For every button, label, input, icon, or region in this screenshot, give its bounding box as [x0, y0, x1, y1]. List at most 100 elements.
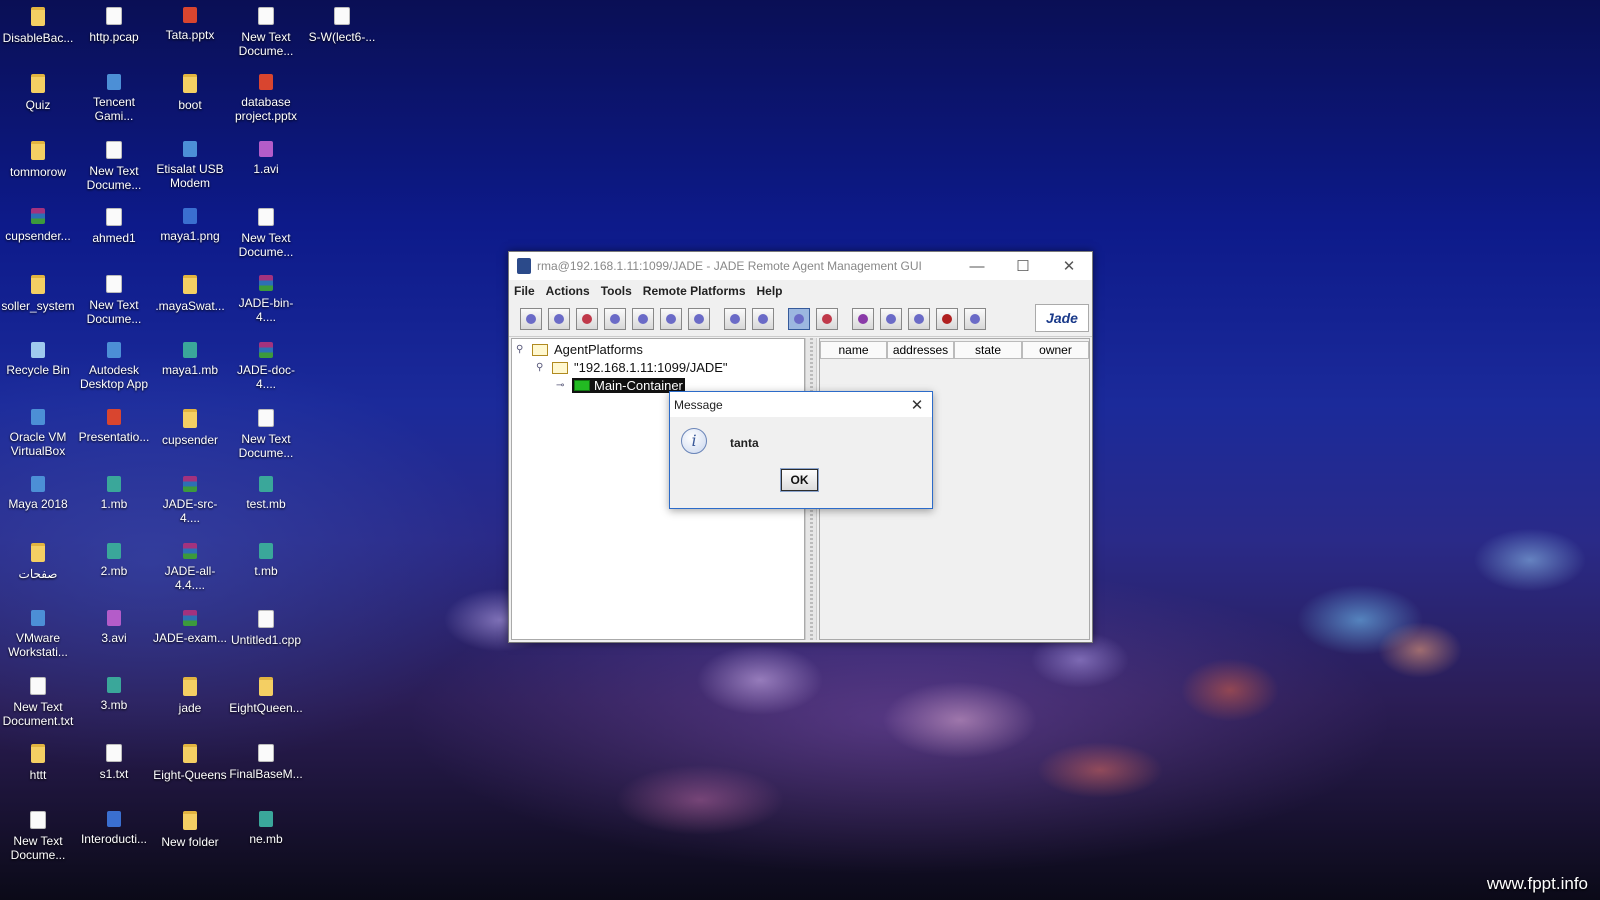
- tree-node-main-container[interactable]: ⊸ Main-Container: [556, 378, 685, 393]
- desktop-icon[interactable]: maya1.mb: [153, 336, 227, 377]
- start-new-agent-button[interactable]: [520, 308, 542, 330]
- desktop-icon[interactable]: S-W(lect6-...: [305, 1, 379, 44]
- desktop-icon[interactable]: soller_system: [1, 269, 75, 313]
- desktop-icon[interactable]: ahmed1: [77, 202, 151, 245]
- desktop-icon[interactable]: New Text Document.txt: [1, 671, 75, 728]
- desktop-icon[interactable]: Recycle Bin: [1, 336, 75, 377]
- desktop-icon[interactable]: JADE-doc-4....: [229, 336, 303, 391]
- kill-agent-button[interactable]: [548, 308, 570, 330]
- desktop-icon[interactable]: 2.mb: [77, 537, 151, 578]
- desktop-icon[interactable]: cupsender: [153, 403, 227, 447]
- minimize-button[interactable]: —: [954, 252, 1000, 280]
- desktop-icon[interactable]: boot: [153, 68, 227, 112]
- column-header-addresses[interactable]: addresses: [887, 341, 954, 359]
- tree-expander-icon[interactable]: ⚲: [536, 362, 546, 373]
- powerpoint-icon: [183, 7, 197, 23]
- desktop-icon[interactable]: New Text Docume...: [77, 135, 151, 192]
- desktop-icon[interactable]: 1.avi: [229, 135, 303, 176]
- tree-expander-icon[interactable]: ⊸: [556, 380, 566, 391]
- desktop-icon[interactable]: database project.pptx: [229, 68, 303, 123]
- desktop-icon[interactable]: JADE-src-4....: [153, 470, 227, 525]
- desktop-icon[interactable]: cupsender...: [1, 202, 75, 243]
- desktop-icon[interactable]: ne.mb: [229, 805, 303, 846]
- show-agents-button[interactable]: [788, 308, 810, 330]
- ok-button[interactable]: OK: [780, 468, 819, 492]
- desktop-icon[interactable]: jade: [153, 671, 227, 715]
- desktop-icon[interactable]: Etisalat USB Modem: [153, 135, 227, 190]
- desktop-icon[interactable]: t.mb: [229, 537, 303, 578]
- change-owner-button[interactable]: [632, 308, 654, 330]
- desktop-icon[interactable]: s1.txt: [77, 738, 151, 781]
- suspend-agent-button[interactable]: [576, 308, 598, 330]
- desktop-icon[interactable]: FinalBaseM...: [229, 738, 303, 781]
- desktop-icon[interactable]: maya1.png: [153, 202, 227, 243]
- menu-file[interactable]: File: [514, 284, 535, 298]
- text-file-icon: [30, 811, 46, 829]
- resume-agent-button[interactable]: [604, 308, 626, 330]
- desktop-icon[interactable]: JADE-all-4.4....: [153, 537, 227, 592]
- sniffer-agent-button[interactable]: [852, 308, 874, 330]
- tree-node-platform[interactable]: ⚲ "192.168.1.11:1099/JADE": [536, 360, 728, 375]
- desktop-icon[interactable]: New Text Docume...: [229, 403, 303, 460]
- close-button[interactable]: ✕: [1046, 252, 1092, 280]
- df-gui-button[interactable]: [908, 308, 930, 330]
- desktop-icon[interactable]: New folder: [153, 805, 227, 849]
- menu-actions[interactable]: Actions: [546, 284, 590, 298]
- archive-icon: [31, 208, 45, 224]
- desktop-icon[interactable]: New Text Docume...: [77, 269, 151, 326]
- maximize-button[interactable]: ☐: [1000, 252, 1046, 280]
- desktop-icon[interactable]: tommorow: [1, 135, 75, 179]
- desktop-icon[interactable]: Oracle VM VirtualBox: [1, 403, 75, 458]
- desktop-icon[interactable]: httt: [1, 738, 75, 782]
- clone-agent-button[interactable]: [724, 308, 746, 330]
- desktop-icon[interactable]: Untitled1.cpp: [229, 604, 303, 647]
- desktop-icon[interactable]: JADE-exam...: [153, 604, 227, 645]
- folder-icon: [31, 275, 45, 294]
- desktop-icon[interactable]: New Text Docume...: [229, 1, 303, 58]
- folder-icon: [183, 811, 197, 830]
- desktop-icon[interactable]: DisableBac...: [1, 1, 75, 45]
- dialog-close-button[interactable]: ✕: [902, 396, 932, 414]
- desktop-icon[interactable]: Tata.pptx: [153, 1, 227, 42]
- desktop-icon[interactable]: .mayaSwat...: [153, 269, 227, 313]
- desktop-icon-label: 1.mb: [100, 497, 128, 511]
- window-titlebar[interactable]: rma@192.168.1.11:1099/JADE - JADE Remote…: [509, 252, 1092, 280]
- save-agent-button[interactable]: [752, 308, 774, 330]
- desktop-icon[interactable]: New Text Docume...: [1, 805, 75, 862]
- desktop-icon[interactable]: Tencent Gami...: [77, 68, 151, 123]
- menu-tools[interactable]: Tools: [601, 284, 632, 298]
- folder-icon: [259, 677, 273, 696]
- dialog-titlebar[interactable]: Message ✕: [670, 392, 932, 417]
- folder-icon: [31, 7, 45, 26]
- menu-help[interactable]: Help: [757, 284, 783, 298]
- desktop-icon[interactable]: Maya 2018: [1, 470, 75, 511]
- desktop-icon[interactable]: Interoducti...: [77, 805, 151, 846]
- column-header-name[interactable]: name: [820, 341, 887, 359]
- desktop-icon[interactable]: 1.mb: [77, 470, 151, 511]
- log-manager-button[interactable]: [964, 308, 986, 330]
- tree-expander-icon[interactable]: ⚲: [516, 344, 526, 355]
- desktop-icon[interactable]: test.mb: [229, 470, 303, 511]
- column-header-owner[interactable]: owner: [1022, 341, 1089, 359]
- desktop-icon[interactable]: 3.avi: [77, 604, 151, 645]
- desktop-icon[interactable]: Autodesk Desktop App: [77, 336, 151, 391]
- menu-remote-platforms[interactable]: Remote Platforms: [643, 284, 746, 298]
- introspector-agent-button[interactable]: [936, 308, 958, 330]
- powerpoint-icon: [107, 409, 121, 425]
- desktop-icon[interactable]: VMware Workstati...: [1, 604, 75, 659]
- desktop-icon[interactable]: JADE-bin-4....: [229, 269, 303, 324]
- send-message-button[interactable]: [660, 308, 682, 330]
- desktop-icon[interactable]: Eight-Queens: [153, 738, 227, 782]
- desktop-icon[interactable]: http.pcap: [77, 1, 151, 44]
- migrate-agent-button[interactable]: [688, 308, 710, 330]
- desktop-icon[interactable]: EightQueen...: [229, 671, 303, 715]
- desktop-icon[interactable]: Quiz: [1, 68, 75, 112]
- tree-node-agent-platforms[interactable]: ⚲ AgentPlatforms: [516, 342, 643, 357]
- desktop-icon[interactable]: 3.mb: [77, 671, 151, 712]
- dummy-agent-button[interactable]: [880, 308, 902, 330]
- column-header-state[interactable]: state: [954, 341, 1022, 359]
- desktop-icon[interactable]: صفحات: [1, 537, 75, 581]
- desktop-icon[interactable]: Presentatio...: [77, 403, 151, 444]
- desktop-icon[interactable]: New Text Docume...: [229, 202, 303, 259]
- show-platform-button[interactable]: [816, 308, 838, 330]
